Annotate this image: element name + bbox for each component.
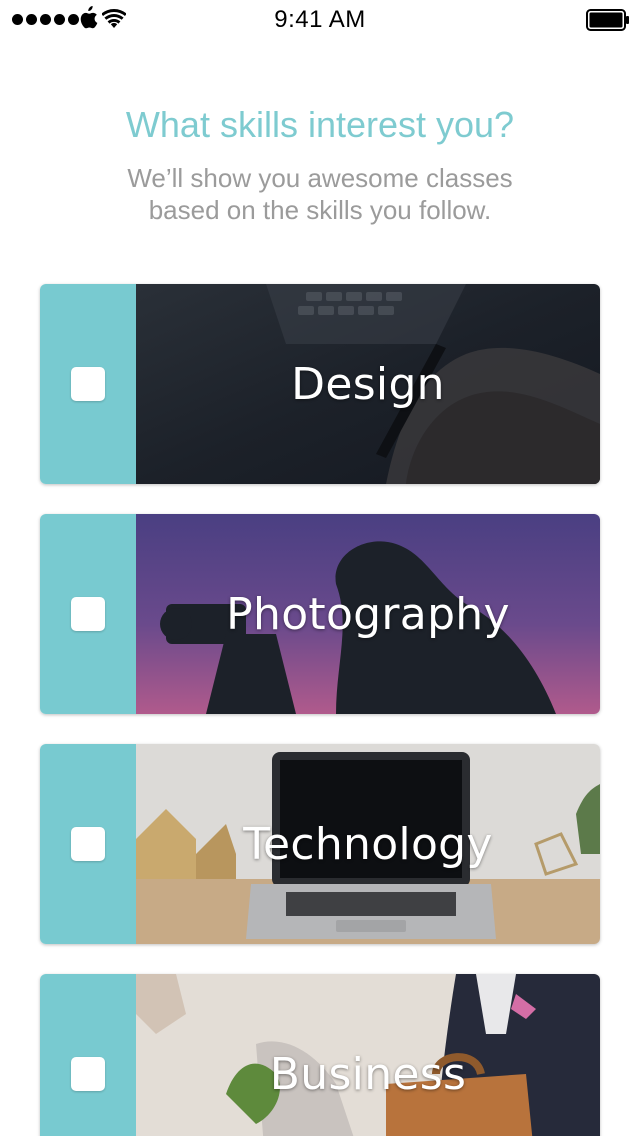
skill-label: Technology — [243, 818, 493, 870]
page-title: What skills interest you? — [125, 104, 515, 145]
skill-card-business[interactable]: Business — [40, 974, 600, 1136]
skill-label: Photography — [226, 588, 510, 640]
skill-checkbox[interactable] — [71, 1057, 105, 1091]
skill-card-design[interactable]: Design — [40, 284, 600, 484]
skill-card-photography[interactable]: Photography — [40, 514, 600, 714]
skill-label: Design — [291, 358, 445, 410]
skill-card-side — [40, 974, 136, 1136]
skill-checkbox[interactable] — [71, 367, 105, 401]
skill-card-technology[interactable]: Technology — [40, 744, 600, 944]
skill-checkbox[interactable] — [71, 827, 105, 861]
skill-checkbox[interactable] — [71, 597, 105, 631]
status-time: 9:41 AM — [274, 6, 366, 33]
page-subtitle: We’ll show you awesome classes based on … — [127, 163, 513, 225]
battery-icon — [586, 9, 629, 31]
skill-label: Business — [269, 1048, 467, 1100]
status-bar: 9:41 AM — [0, 0, 640, 40]
